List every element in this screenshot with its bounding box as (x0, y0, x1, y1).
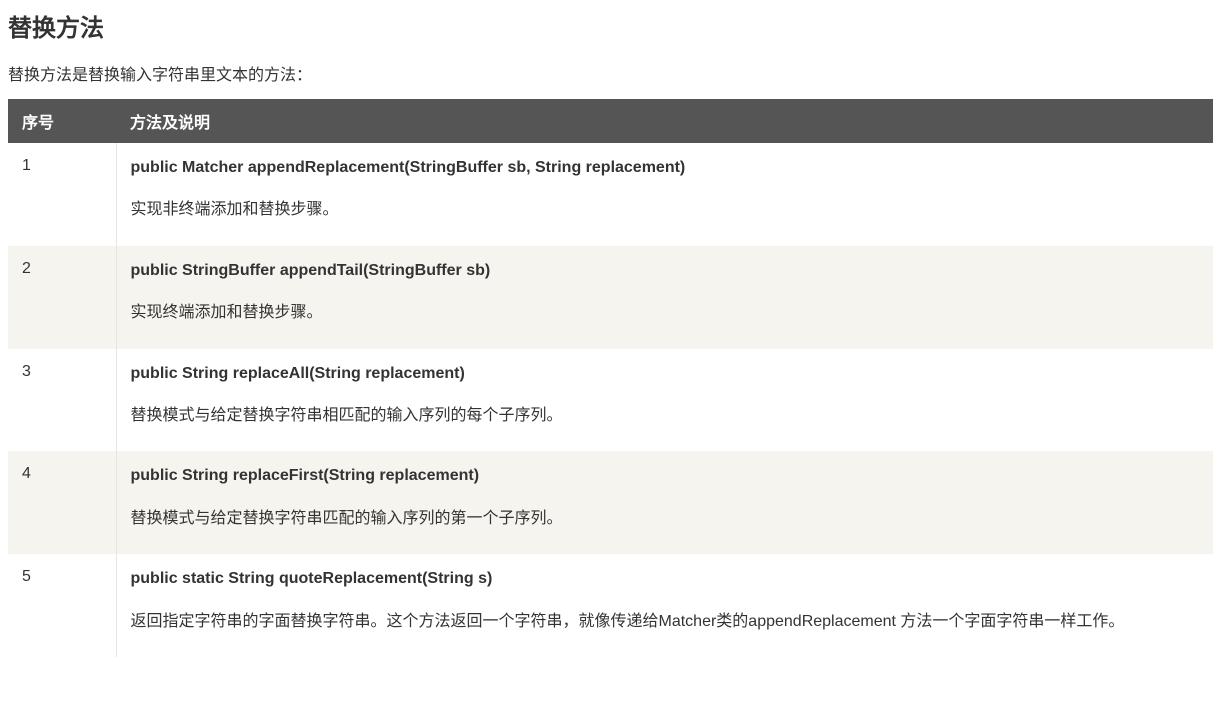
row-number: 2 (8, 246, 116, 349)
table-row: 3 public String replaceAll(String replac… (8, 349, 1213, 452)
method-signature: public StringBuffer appendTail(StringBuf… (131, 260, 1200, 282)
method-signature: public String replaceFirst(String replac… (131, 465, 1200, 487)
table-header-row: 序号 方法及说明 (8, 99, 1213, 143)
method-signature: public static String quoteReplacement(St… (131, 568, 1200, 590)
row-content: public String replaceAll(String replacem… (116, 349, 1213, 452)
section-heading: 替换方法 (8, 8, 1213, 43)
method-signature: public Matcher appendReplacement(StringB… (131, 157, 1200, 179)
table-row: 2 public StringBuffer appendTail(StringB… (8, 246, 1213, 349)
table-row: 4 public String replaceFirst(String repl… (8, 451, 1213, 554)
methods-table: 序号 方法及说明 1 public Matcher appendReplacem… (8, 99, 1213, 657)
method-description: 实现非终端添加和替换步骤。 (131, 195, 1200, 225)
row-number: 3 (8, 349, 116, 452)
section-intro: 替换方法是替换输入字符串里文本的方法： (8, 61, 1213, 85)
row-number: 5 (8, 554, 116, 657)
method-description: 实现终端添加和替换步骤。 (131, 298, 1200, 328)
row-content: public static String quoteReplacement(St… (116, 554, 1213, 657)
row-content: public String replaceFirst(String replac… (116, 451, 1213, 554)
row-content: public StringBuffer appendTail(StringBuf… (116, 246, 1213, 349)
method-signature: public String replaceAll(String replacem… (131, 363, 1200, 385)
header-sequence: 序号 (8, 99, 116, 143)
method-description: 替换模式与给定替换字符串匹配的输入序列的第一个子序列。 (131, 504, 1200, 534)
table-row: 1 public Matcher appendReplacement(Strin… (8, 143, 1213, 246)
row-number: 4 (8, 451, 116, 554)
table-row: 5 public static String quoteReplacement(… (8, 554, 1213, 657)
method-description: 返回指定字符串的字面替换字符串。这个方法返回一个字符串，就像传递给Matcher… (131, 607, 1200, 637)
header-method: 方法及说明 (116, 99, 1213, 143)
row-number: 1 (8, 143, 116, 246)
method-description: 替换模式与给定替换字符串相匹配的输入序列的每个子序列。 (131, 401, 1200, 431)
row-content: public Matcher appendReplacement(StringB… (116, 143, 1213, 246)
